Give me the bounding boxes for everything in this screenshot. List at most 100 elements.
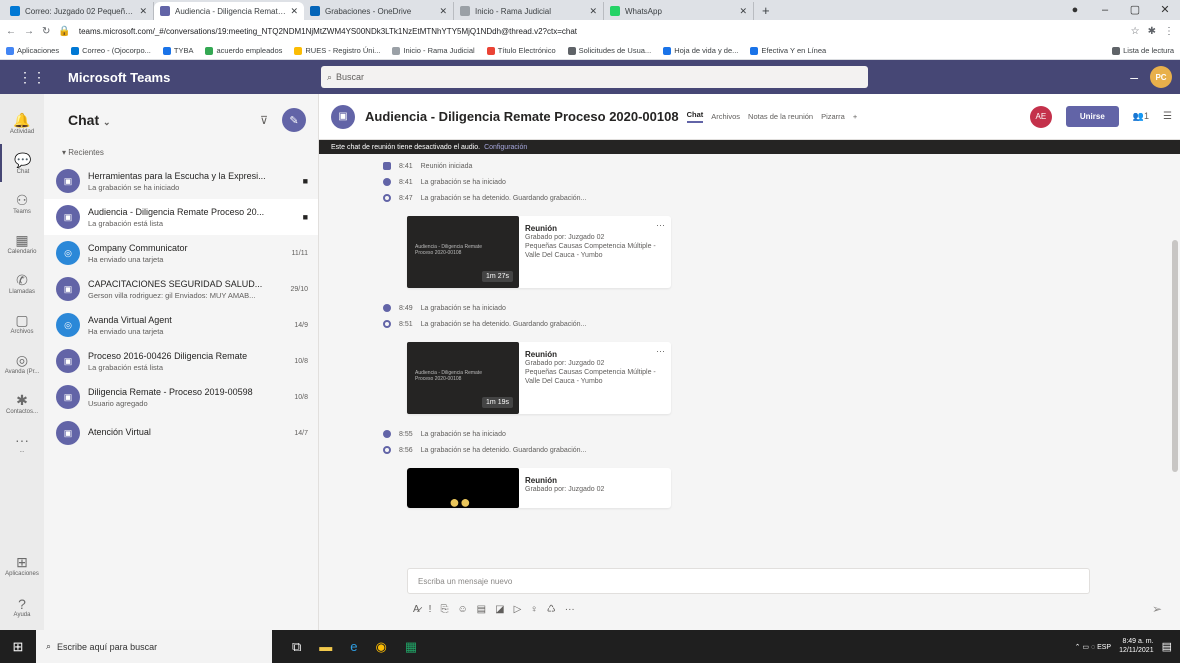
praise-icon[interactable]: ♀ (530, 604, 538, 615)
extensions-icon[interactable]: ✱ (1148, 26, 1156, 37)
participants-button[interactable]: 👥1 (1133, 111, 1149, 122)
conversation-tab[interactable]: Pizarra (821, 112, 845, 121)
bookmark-item[interactable]: Efectiva Y en Línea (750, 46, 826, 55)
chat-list-item[interactable]: ▣ Atención Virtual 14/7 (44, 415, 318, 451)
bookmark-item[interactable]: Título Electrónico (486, 46, 556, 55)
windows-start-icon[interactable]: ⊞ (0, 639, 36, 655)
chat-list-item[interactable]: ◎ Company Communicator Ha enviado una tarj… (44, 235, 318, 271)
recording-thumbnail[interactable]: Audiencia - Diligencia Remate Proceso 20… (407, 342, 519, 414)
user-avatar[interactable]: PC (1150, 66, 1172, 88)
new-chat-button[interactable]: ✎ (282, 108, 306, 132)
address-bar[interactable]: teams.microsoft.com/_#/conversations/19:… (79, 27, 1123, 36)
chat-list-item[interactable]: ▣ Proceso 2016-00426 Diligencia Remate La … (44, 343, 318, 379)
attach-icon[interactable]: ⎘ (440, 604, 448, 615)
new-tab-button[interactable]: + (754, 2, 778, 20)
emoji-icon[interactable]: ☺ (457, 604, 467, 615)
rail-item[interactable]: ⚇ Teams (0, 184, 44, 222)
excel-icon[interactable]: ▦ (405, 639, 417, 655)
bookmark-item[interactable]: Hoja de vida y de... (663, 46, 738, 55)
chat-list-item[interactable]: ▣ CAPACITACIONES SEGURIDAD SALUD... Gerson… (44, 271, 318, 307)
more-options-icon[interactable]: – (1130, 69, 1138, 85)
close-tab-icon[interactable]: ✕ (439, 6, 447, 17)
reading-list-button[interactable]: Lista de lectura (1112, 46, 1174, 55)
more-apps-icon[interactable]: ··· (565, 604, 575, 615)
rail-item[interactable]: ▦ Calendario (0, 224, 44, 262)
rail-item[interactable]: ? Ayuda (0, 588, 44, 626)
chrome-icon[interactable]: ◉ (376, 639, 387, 655)
send-icon[interactable]: ➢ (1152, 602, 1162, 616)
conversation-tab[interactable]: Notas de la reunión (748, 112, 813, 121)
profile-icon[interactable]: ● (1060, 0, 1090, 20)
bookmark-star-icon[interactable]: ☆ (1131, 26, 1140, 37)
browser-tab[interactable]: Inicio - Rama Judicial ✕ (454, 2, 604, 20)
bookmark-item[interactable]: RUES - Registro Úni... (294, 46, 380, 55)
back-icon[interactable]: ← (6, 26, 16, 37)
chat-list-item[interactable]: ▣ Diligencia Remate - Proceso 2019-00598 U… (44, 379, 318, 415)
chat-list-item[interactable]: ◎ Avanda Virtual Agent Ha enviado una tarj… (44, 307, 318, 343)
edge-icon[interactable]: e (350, 639, 357, 654)
bookmark-item[interactable]: Solicitudes de Usua... (567, 46, 651, 55)
recording-card[interactable]: Audiencia - Diligencia Remate Proceso 20… (407, 342, 671, 414)
join-button[interactable]: Unirse (1065, 106, 1119, 127)
rail-item[interactable]: 🔔 Actividad (0, 104, 44, 142)
important-icon[interactable]: ! (429, 604, 432, 615)
rail-item[interactable]: 💬 Chat (0, 144, 44, 182)
browser-tab[interactable]: WhatsApp ✕ (604, 2, 754, 20)
chat-list-item[interactable]: ▣ Audiencia - Diligencia Remate Proceso 2… (44, 199, 318, 235)
conversation-tab[interactable]: + (853, 112, 857, 121)
rail-item[interactable]: ⊞ Aplicaciones (0, 546, 44, 584)
recording-card[interactable]: Audiencia - Diligencia Remate Proceso 20… (407, 216, 671, 288)
thread-scrollbar[interactable] (1172, 240, 1178, 472)
recording-thumbnail[interactable]: ●● (407, 468, 519, 508)
task-view-icon[interactable]: ⧉ (292, 639, 301, 655)
minimize-button[interactable]: – (1090, 0, 1120, 20)
bookmark-item[interactable]: Inicio - Rama Judicial (392, 46, 475, 55)
maximize-button[interactable]: ▢ (1120, 0, 1150, 20)
rail-item[interactable]: ✱ Contactos... (0, 384, 44, 422)
conversation-tab[interactable]: Archivos (711, 112, 740, 121)
clock[interactable]: 8:49 a. m. 12/11/2021 (1119, 638, 1154, 655)
more-icon[interactable]: ··· (656, 220, 665, 231)
gif-icon[interactable]: ▤ (477, 604, 486, 615)
bookmark-item[interactable]: TYBA (162, 46, 193, 55)
conversation-tab[interactable]: Chat (686, 110, 704, 123)
notifications-icon[interactable]: ▤ (1162, 640, 1172, 653)
search-input[interactable]: ⌕ Buscar (321, 66, 868, 88)
lock-icon[interactable]: 🔒 (58, 26, 70, 37)
chat-list-title[interactable]: Chat ⌄ (68, 112, 111, 128)
browser-tab[interactable]: Grabaciones - OneDrive ✕ (304, 2, 454, 20)
settings-link[interactable]: Configuración (484, 144, 527, 151)
forward-icon[interactable]: → (24, 26, 34, 37)
recording-card[interactable]: ●● Reunión Grabado por: Juzgado 02 (407, 468, 671, 508)
recording-thumbnail[interactable]: Audiencia - Diligencia Remate Proceso 20… (407, 216, 519, 288)
compose-input[interactable]: Escriba un mensaje nuevo (407, 568, 1090, 594)
close-tab-icon[interactable]: ✕ (139, 6, 147, 17)
taskbar-search[interactable]: ⌕ Escribe aquí para buscar (36, 630, 272, 663)
participant-avatar[interactable]: AE (1029, 105, 1052, 128)
rail-item[interactable]: ···... (0, 424, 44, 462)
browser-tab[interactable]: Audiencia - Diligencia Remate P... ✕ (154, 2, 304, 20)
close-tab-icon[interactable]: ✕ (739, 6, 747, 17)
close-tab-icon[interactable]: ✕ (290, 6, 298, 17)
browser-tab[interactable]: Correo: Juzgado 02 Pequeñas C... ✕ (4, 2, 154, 20)
file-explorer-icon[interactable]: ▬ (319, 639, 332, 654)
rail-item[interactable]: ✆ Llamadas (0, 264, 44, 302)
bookmark-item[interactable]: acuerdo empleados (205, 46, 282, 55)
close-window-button[interactable]: ✕ (1150, 0, 1180, 20)
menu-icon[interactable]: ⋮ (1164, 26, 1174, 37)
loop-icon[interactable]: ♺ (547, 604, 556, 615)
close-tab-icon[interactable]: ✕ (589, 6, 597, 17)
sticker-icon[interactable]: ◪ (495, 604, 504, 615)
reload-icon[interactable]: ↻ (42, 26, 50, 37)
filter-icon[interactable]: ⊽ (260, 114, 268, 127)
more-icon[interactable]: ··· (656, 346, 665, 357)
meet-now-icon[interactable]: ▷ (514, 604, 522, 615)
rail-item[interactable]: ◎ Avanda (Pr... (0, 344, 44, 382)
rail-item[interactable]: ▢ Archivos (0, 304, 44, 342)
chat-list-item[interactable]: ▣ Herramientas para la Escucha y la Expre… (44, 163, 318, 199)
tray-icons[interactable]: ⌃ ▭ ◌ ESP (1075, 643, 1111, 651)
app-launcher-icon[interactable]: ⋮⋮ (0, 69, 64, 86)
more-actions-icon[interactable]: ☰ (1163, 111, 1172, 122)
bookmark-item[interactable]: Correo - (Ojocorpo... (71, 46, 151, 55)
format-icon[interactable]: A̷ (413, 604, 420, 615)
